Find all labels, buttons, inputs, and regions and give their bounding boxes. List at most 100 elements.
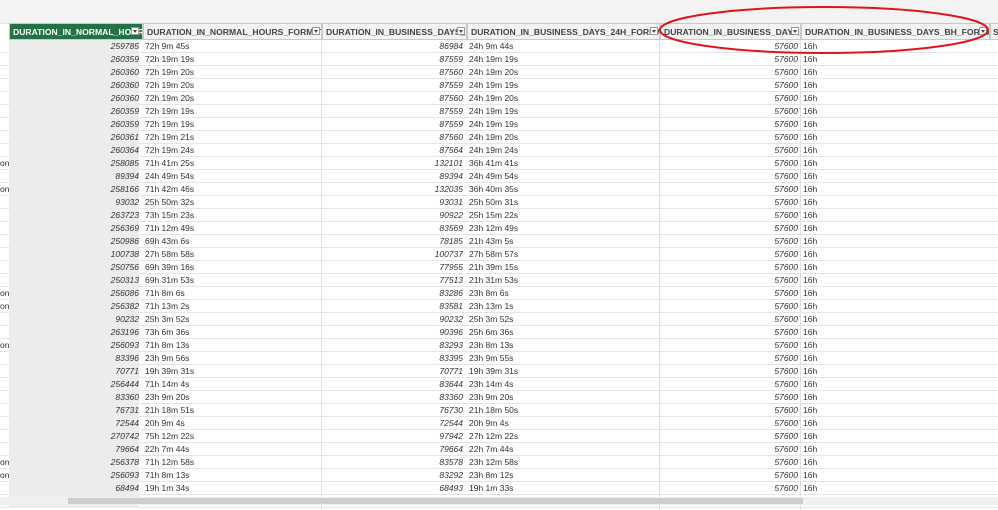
row-prefix-cell[interactable] — [0, 92, 9, 105]
filter-dropdown-icon[interactable] — [312, 27, 320, 35]
table-row[interactable]: 256369 71h 12m 49s 83569 23h 12m 49s 57600 16… — [0, 222, 998, 235]
duration-business-days-bh-formatted-cell[interactable]: 16h — [803, 196, 983, 209]
table-row[interactable]: on 258085 71h 41m 25s 132101 36h 41m 41s 5760… — [0, 157, 998, 170]
duration-business-days-bh-cell[interactable]: 57600 — [660, 157, 798, 170]
duration-normal-hours-formatted-cell[interactable]: 72h 19m 20s — [145, 79, 315, 92]
duration-business-days-bh-cell[interactable]: 57600 — [660, 53, 798, 66]
duration-normal-hours-formatted-cell[interactable]: 71h 13m 2s — [145, 300, 315, 313]
duration-business-days-24h-formatted-cell[interactable]: 21h 39m 15s — [469, 261, 654, 274]
duration-business-days-bh-formatted-cell[interactable]: 16h — [803, 430, 983, 443]
table-row[interactable]: 259785 72h 9m 45s 86984 24h 9m 44s 57600 16h — [0, 40, 998, 53]
filter-dropdown-icon[interactable] — [650, 27, 658, 35]
duration-business-days-bh-formatted-cell[interactable]: 16h — [803, 378, 983, 391]
duration-normal-hours-formatted-cell[interactable]: 71h 8m 13s — [145, 339, 315, 352]
duration-business-days-24h-cell[interactable]: 87560 — [322, 92, 463, 105]
row-prefix-cell[interactable] — [0, 482, 9, 495]
table-row[interactable]: 263723 73h 15m 23s 90922 25h 15m 22s 57600 16… — [0, 209, 998, 222]
duration-business-days-24h-cell[interactable]: 87559 — [322, 105, 463, 118]
duration-business-days-24h-cell[interactable]: 70771 — [322, 365, 463, 378]
duration-business-days-bh-cell[interactable]: 57600 — [660, 235, 798, 248]
row-prefix-cell[interactable] — [0, 261, 9, 274]
row-prefix-cell[interactable] — [0, 131, 9, 144]
duration-business-days-24h-cell[interactable]: 87559 — [322, 118, 463, 131]
duration-normal-hours-cell[interactable]: 93032 — [9, 196, 139, 209]
duration-business-days-24h-cell[interactable]: 90922 — [322, 209, 463, 222]
duration-normal-hours-formatted-cell[interactable]: 25h 50m 32s — [145, 196, 315, 209]
duration-business-days-24h-formatted-cell[interactable]: 24h 49m 54s — [469, 170, 654, 183]
duration-business-days-bh-formatted-cell[interactable]: 16h — [803, 66, 983, 79]
duration-normal-hours-cell[interactable]: 263196 — [9, 326, 139, 339]
duration-normal-hours-formatted-cell[interactable]: 71h 12m 58s — [145, 456, 315, 469]
duration-business-days-bh-formatted-cell[interactable]: 16h — [803, 118, 983, 131]
duration-business-days-bh-formatted-cell[interactable]: 16h — [803, 209, 983, 222]
row-prefix-cell[interactable] — [0, 209, 9, 222]
row-prefix-cell[interactable] — [0, 391, 9, 404]
duration-business-days-24h-cell[interactable]: 77955 — [322, 261, 463, 274]
table-row[interactable]: on 256378 71h 12m 58s 83578 23h 12m 58s 57600… — [0, 456, 998, 469]
duration-normal-hours-formatted-cell[interactable]: 72h 19m 21s — [145, 131, 315, 144]
duration-business-days-bh-cell[interactable]: 57600 — [660, 430, 798, 443]
duration-business-days-24h-formatted-cell[interactable]: 23h 12m 49s — [469, 222, 654, 235]
duration-business-days-bh-formatted-cell[interactable]: 16h — [803, 40, 983, 53]
duration-business-days-24h-formatted-cell[interactable]: 24h 19m 20s — [469, 92, 654, 105]
duration-business-days-bh-cell[interactable]: 57600 — [660, 79, 798, 92]
duration-business-days-bh-formatted-cell[interactable]: 16h — [803, 222, 983, 235]
duration-business-days-24h-formatted-cell[interactable]: 20h 9m 4s — [469, 417, 654, 430]
duration-business-days-24h-cell[interactable]: 72544 — [322, 417, 463, 430]
duration-business-days-bh-cell[interactable]: 57600 — [660, 300, 798, 313]
row-prefix-cell[interactable] — [0, 443, 9, 456]
duration-business-days-24h-formatted-cell[interactable]: 36h 40m 35s — [469, 183, 654, 196]
duration-business-days-24h-formatted-cell[interactable]: 23h 8m 6s — [469, 287, 654, 300]
duration-normal-hours-cell[interactable]: 260361 — [9, 131, 139, 144]
table-row[interactable]: 70771 19h 39m 31s 70771 19h 39m 31s 57600 16h — [0, 365, 998, 378]
row-prefix-cell[interactable]: on — [0, 157, 9, 170]
duration-business-days-24h-cell[interactable]: 78185 — [322, 235, 463, 248]
row-prefix-cell[interactable] — [0, 326, 9, 339]
duration-normal-hours-cell[interactable]: 256382 — [9, 300, 139, 313]
duration-normal-hours-cell[interactable]: 256378 — [9, 456, 139, 469]
duration-business-days-bh-formatted-cell[interactable]: 16h — [803, 157, 983, 170]
duration-business-days-24h-cell[interactable]: 132035 — [322, 183, 463, 196]
duration-business-days-24h-formatted-cell[interactable]: 23h 12m 58s — [469, 456, 654, 469]
table-row[interactable]: on 256093 71h 8m 13s 83293 23h 8m 13s 57600 16… — [0, 339, 998, 352]
table-row[interactable]: on 256093 71h 8m 13s 83292 23h 8m 12s 57600 16… — [0, 469, 998, 482]
duration-business-days-24h-cell[interactable]: 93031 — [322, 196, 463, 209]
row-prefix-cell[interactable] — [0, 378, 9, 391]
table-row[interactable]: 256444 71h 14m 4s 83644 23h 14m 4s 57600 16h — [0, 378, 998, 391]
duration-business-days-bh-cell[interactable]: 57600 — [660, 92, 798, 105]
duration-business-days-bh-formatted-cell[interactable]: 16h — [803, 144, 983, 157]
duration-business-days-bh-cell[interactable]: 57600 — [660, 456, 798, 469]
duration-business-days-24h-formatted-cell[interactable]: 24h 19m 19s — [469, 105, 654, 118]
row-prefix-cell[interactable]: on — [0, 183, 9, 196]
duration-normal-hours-formatted-cell[interactable]: 22h 7m 44s — [145, 443, 315, 456]
duration-normal-hours-cell[interactable]: 100738 — [9, 248, 139, 261]
duration-business-days-bh-formatted-cell[interactable]: 16h — [803, 131, 983, 144]
duration-business-days-24h-formatted-cell[interactable]: 23h 14m 4s — [469, 378, 654, 391]
duration-business-days-24h-cell[interactable]: 83286 — [322, 287, 463, 300]
duration-business-days-24h-cell[interactable]: 79664 — [322, 443, 463, 456]
duration-normal-hours-cell[interactable]: 260359 — [9, 118, 139, 131]
row-prefix-cell[interactable] — [0, 144, 9, 157]
duration-business-days-bh-cell[interactable]: 57600 — [660, 469, 798, 482]
duration-business-days-24h-formatted-cell[interactable]: 25h 3m 52s — [469, 313, 654, 326]
row-prefix-cell[interactable] — [0, 417, 9, 430]
duration-normal-hours-cell[interactable]: 90232 — [9, 313, 139, 326]
row-prefix-cell[interactable] — [0, 118, 9, 131]
row-prefix-cell[interactable] — [0, 365, 9, 378]
duration-business-days-bh-cell[interactable]: 57600 — [660, 352, 798, 365]
row-prefix-cell[interactable] — [0, 248, 9, 261]
duration-business-days-24h-formatted-cell[interactable]: 25h 15m 22s — [469, 209, 654, 222]
duration-normal-hours-cell[interactable]: 250756 — [9, 261, 139, 274]
duration-normal-hours-formatted-cell[interactable]: 23h 9m 56s — [145, 352, 315, 365]
column-header-duration-in-normal-hours-formatted[interactable]: DURATION_IN_NORMAL_HOURS_FORMATTED — [143, 23, 322, 40]
duration-business-days-24h-cell[interactable]: 83360 — [322, 391, 463, 404]
table-row[interactable]: 270742 75h 12m 22s 97942 27h 12m 22s 57600 16… — [0, 430, 998, 443]
duration-business-days-24h-cell[interactable]: 90232 — [322, 313, 463, 326]
duration-business-days-24h-cell[interactable]: 86984 — [322, 40, 463, 53]
duration-business-days-bh-formatted-cell[interactable]: 16h — [803, 274, 983, 287]
duration-business-days-24h-formatted-cell[interactable]: 24h 19m 19s — [469, 118, 654, 131]
duration-business-days-24h-formatted-cell[interactable]: 24h 19m 24s — [469, 144, 654, 157]
duration-business-days-24h-formatted-cell[interactable]: 27h 58m 57s — [469, 248, 654, 261]
duration-business-days-bh-cell[interactable]: 57600 — [660, 105, 798, 118]
duration-business-days-24h-formatted-cell[interactable]: 27h 12m 22s — [469, 430, 654, 443]
